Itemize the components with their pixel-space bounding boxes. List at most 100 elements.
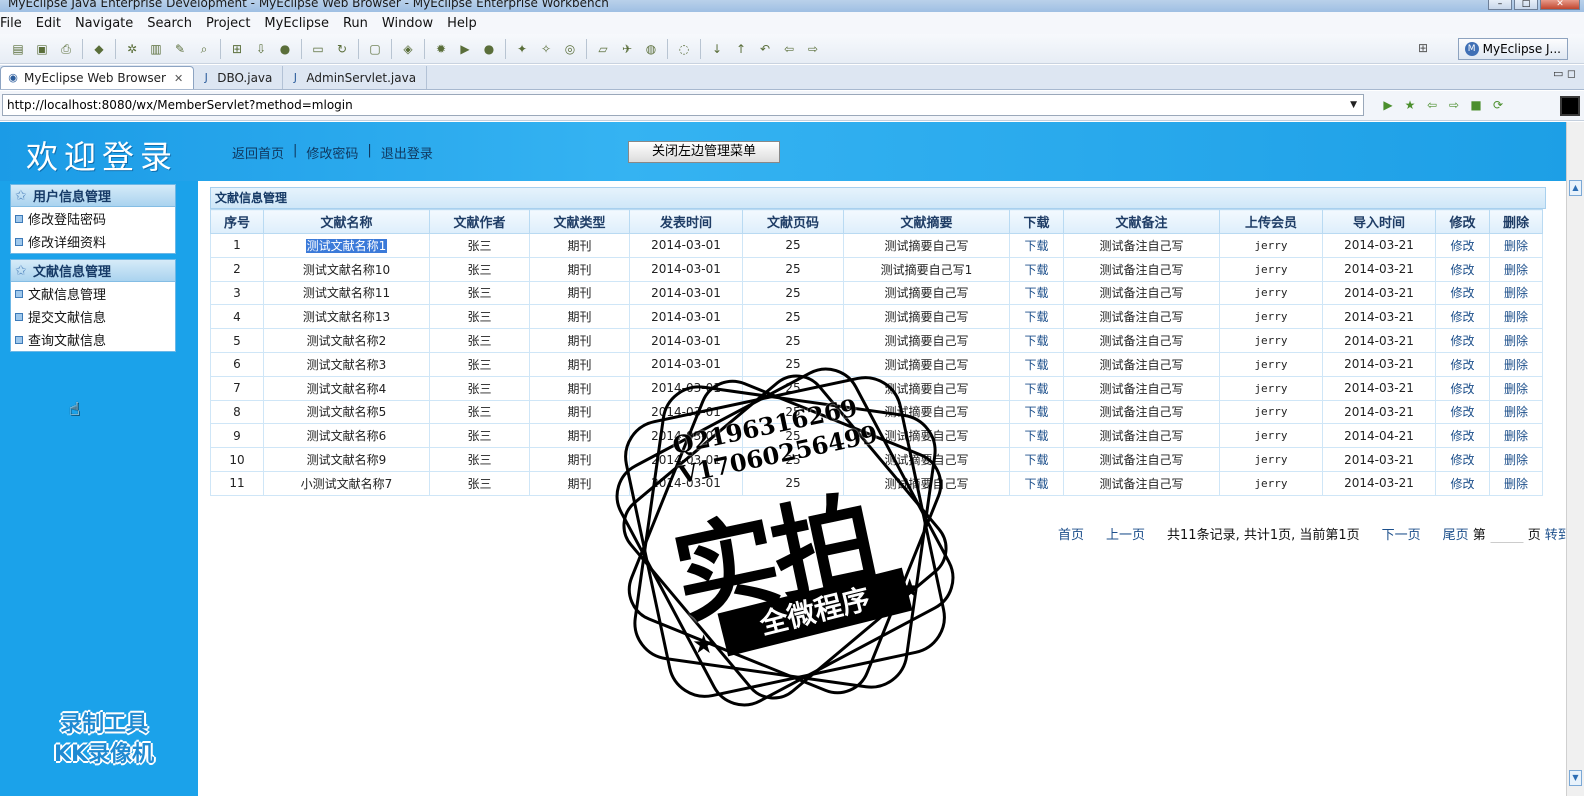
favorites-icon[interactable]: ★ — [1402, 97, 1418, 113]
delete-link[interactable]: 删除 — [1489, 447, 1543, 472]
print-icon[interactable]: ⎙ — [57, 41, 75, 57]
vertical-scrollbar[interactable]: ▲ ▼ — [1566, 122, 1584, 796]
edit-link[interactable]: 修改 — [1435, 399, 1490, 425]
menu-navigate[interactable]: Navigate — [68, 16, 140, 31]
menu-item-submit-literature[interactable]: 提交文献信息 — [11, 305, 175, 328]
open-folder-icon[interactable]: ▱ — [594, 41, 612, 57]
close-tab-icon[interactable]: ✕ — [174, 72, 183, 85]
delete-link[interactable]: 删除 — [1489, 280, 1543, 306]
delete-link[interactable]: 删除 — [1489, 256, 1543, 282]
download-link[interactable]: 下载 — [1009, 328, 1064, 353]
menu-help[interactable]: Help — [440, 16, 484, 31]
last-page-link[interactable]: 尾页 — [1443, 524, 1469, 543]
url-input[interactable]: http://localhost:8080/wx/MemberServlet?m… — [2, 94, 1364, 116]
download-link[interactable]: 下载 — [1009, 399, 1064, 425]
section-header[interactable]: ✩ 文献信息管理 — [11, 260, 175, 282]
menu-window[interactable]: Window — [375, 16, 440, 31]
edit-link[interactable]: 修改 — [1435, 375, 1490, 401]
open-perspective-icon[interactable]: ⊞ — [1418, 41, 1428, 55]
download-link[interactable]: 下载 — [1009, 280, 1064, 306]
new-class-icon[interactable]: ✦ — [513, 41, 531, 57]
back-icon[interactable]: ⇦ — [1424, 97, 1440, 113]
change-password-link[interactable]: 修改密码 — [300, 143, 364, 162]
run-icon[interactable]: ▶ — [456, 41, 474, 57]
minimize-maximize-icon[interactable]: ▭ ◻ — [1553, 67, 1576, 80]
delete-link[interactable]: 删除 — [1489, 351, 1543, 377]
download-link[interactable]: 下载 — [1009, 233, 1064, 258]
edit-link[interactable]: 修改 — [1435, 351, 1490, 377]
bookmark-icon[interactable]: ◍ — [642, 41, 660, 57]
home-link[interactable]: 返回首页 — [226, 143, 290, 162]
forward-icon[interactable]: ⇨ — [804, 41, 822, 57]
prev-annotation-icon[interactable]: ↑ — [732, 41, 750, 57]
download-link[interactable]: 下载 — [1009, 470, 1064, 496]
edit-link[interactable]: 修改 — [1435, 447, 1490, 472]
web-project-icon[interactable]: ⊞ — [228, 41, 246, 57]
download-link[interactable]: 下载 — [1009, 256, 1064, 282]
download-link[interactable]: 下载 — [1009, 351, 1064, 377]
prev-page-link[interactable]: 上一页 — [1106, 524, 1145, 543]
next-annotation-icon[interactable]: ↓ — [708, 41, 726, 57]
refresh-icon[interactable]: ⟳ — [1490, 97, 1506, 113]
forward-icon[interactable]: ⇨ — [1446, 97, 1462, 113]
close-window-icon[interactable]: ✕ — [1540, 0, 1580, 10]
tab-web-browser[interactable]: ◉ MyEclipse Web Browser ✕ — [0, 66, 195, 89]
debug-icon[interactable]: ✹ — [432, 41, 450, 57]
menu-myeclipse[interactable]: MyEclipse — [257, 16, 336, 31]
image-icon[interactable]: ▢ — [366, 41, 384, 57]
menu-run[interactable]: Run — [336, 16, 375, 31]
maximize-icon[interactable]: □ — [1514, 0, 1538, 10]
menu-item-literature-manage[interactable]: 文献信息管理 — [11, 282, 175, 305]
last-edit-icon[interactable]: ↶ — [756, 41, 774, 57]
tab-dbo-java[interactable]: J DBO.java — [194, 66, 284, 89]
delete-link[interactable]: 删除 — [1489, 233, 1543, 258]
delete-link[interactable]: 删除 — [1489, 470, 1543, 496]
delete-link[interactable]: 删除 — [1489, 423, 1543, 449]
package-icon[interactable]: ◆ — [90, 41, 108, 57]
download-link[interactable]: 下载 — [1009, 375, 1064, 401]
delete-link[interactable]: 删除 — [1489, 375, 1543, 401]
edit-link[interactable]: 修改 — [1435, 280, 1490, 306]
folder-icon[interactable]: ▭ — [309, 41, 327, 57]
close-left-menu-button[interactable]: 关闭左边管理菜单 — [628, 141, 780, 163]
edit-link[interactable]: 修改 — [1435, 304, 1490, 330]
go-icon[interactable]: ▶ — [1380, 97, 1396, 113]
server-icon[interactable]: ▥ — [147, 41, 165, 57]
download-link[interactable]: 下载 — [1009, 423, 1064, 449]
menu-edit[interactable]: Edit — [29, 16, 68, 31]
new-icon[interactable]: ▤ — [9, 41, 27, 57]
globe-icon[interactable]: ● — [276, 41, 294, 57]
delete-link[interactable]: 删除 — [1489, 399, 1543, 425]
first-page-link[interactable]: 首页 — [1058, 524, 1084, 543]
download-link[interactable]: 下载 — [1009, 304, 1064, 330]
pin-icon[interactable]: ✈ — [618, 41, 636, 57]
history-icon[interactable]: ◌ — [675, 41, 693, 57]
edit-link[interactable]: 修改 — [1435, 328, 1490, 353]
export-icon[interactable]: ⇩ — [252, 41, 270, 57]
perspective-button[interactable]: M MyEclipse J... — [1457, 38, 1568, 60]
delete-link[interactable]: 删除 — [1489, 304, 1543, 330]
edit-link[interactable]: 修改 — [1435, 423, 1490, 449]
console-icon[interactable] — [1560, 96, 1580, 116]
new-package-icon[interactable]: ◎ — [561, 41, 579, 57]
minimize-icon[interactable]: – — [1488, 0, 1512, 10]
download-link[interactable]: 下载 — [1009, 447, 1064, 472]
open-type-icon[interactable]: ◈ — [399, 41, 417, 57]
next-page-link[interactable]: 下一页 — [1382, 524, 1421, 543]
menu-item-query-literature[interactable]: 查询文献信息 — [11, 328, 175, 351]
scroll-down-icon[interactable]: ▼ — [1569, 770, 1582, 786]
stop-icon[interactable]: ■ — [1468, 97, 1484, 113]
scroll-up-icon[interactable]: ▲ — [1569, 180, 1582, 196]
section-header[interactable]: ✩ 用户信息管理 — [11, 185, 175, 207]
tab-adminservlet-java[interactable]: J AdminServlet.java — [283, 66, 428, 89]
page-number-input[interactable] — [1489, 524, 1524, 543]
menu-item-edit-profile[interactable]: 修改详细资料 — [11, 230, 175, 253]
menu-item-change-login-password[interactable]: 修改登陆密码 — [11, 207, 175, 230]
edit-link[interactable]: 修改 — [1435, 470, 1490, 496]
search-tool-icon[interactable]: ⌕ — [195, 41, 213, 57]
logout-link[interactable]: 退出登录 — [375, 143, 439, 162]
back-icon[interactable]: ⇦ — [780, 41, 798, 57]
url-dropdown-icon[interactable]: ▼ — [1350, 95, 1357, 115]
refresh-icon[interactable]: ↻ — [333, 41, 351, 57]
save-icon[interactable]: ▣ — [33, 41, 51, 57]
